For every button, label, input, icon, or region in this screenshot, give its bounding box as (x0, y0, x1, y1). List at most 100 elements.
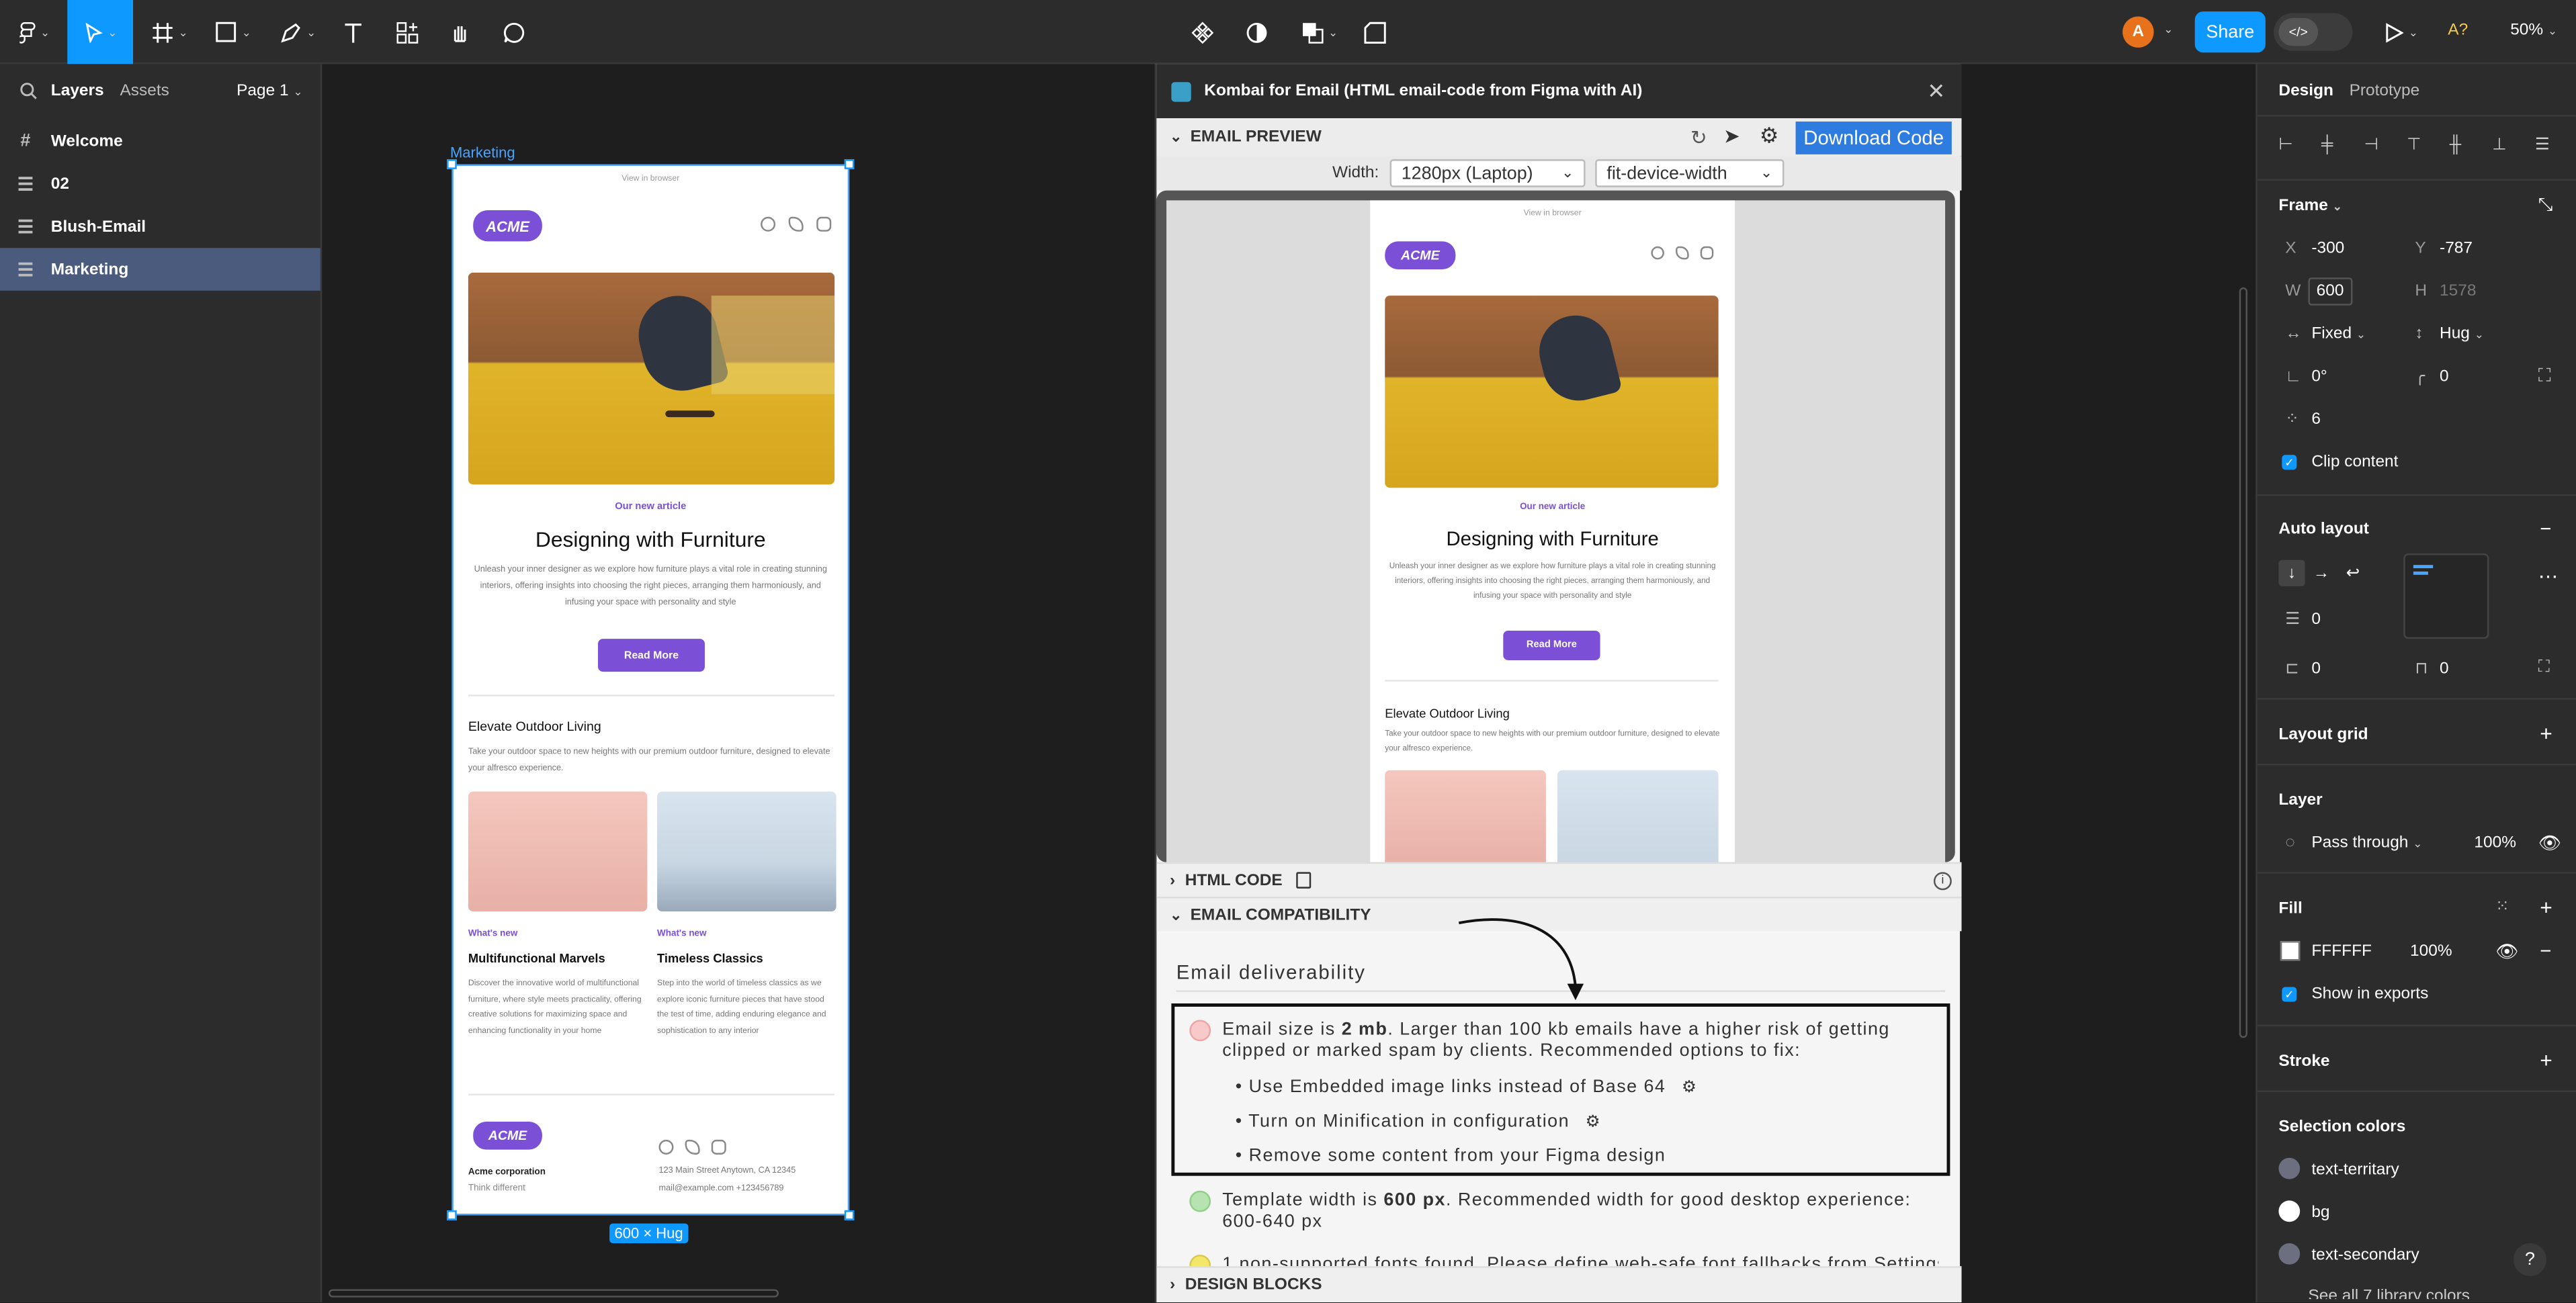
crop-button[interactable] (1359, 0, 1391, 64)
resources-button[interactable] (390, 0, 426, 64)
copy-icon[interactable] (1295, 872, 1311, 889)
style-grid-icon[interactable]: ⁙ (2495, 898, 2509, 916)
share-button[interactable]: Share (2194, 11, 2266, 53)
layer-item-blush-email[interactable]: ☰ Blush-Email (0, 206, 320, 249)
wrap-direction-button[interactable]: ↩ (2346, 565, 2360, 583)
clip-content-checkbox[interactable]: ✓ (2282, 455, 2297, 470)
x-field[interactable]: -300 (2311, 240, 2344, 258)
figma-menu-button[interactable]: ⌄ (10, 0, 59, 64)
resize-handle[interactable] (844, 1210, 855, 1220)
vertical-scrollbar[interactable] (2239, 287, 2247, 1038)
html-code-header[interactable]: › HTML CODE i (1156, 862, 1962, 897)
twitter-icon[interactable] (788, 216, 804, 232)
boolean-button[interactable]: ⌄ (1295, 0, 1344, 64)
instagram-icon[interactable] (816, 216, 832, 232)
shape-tool-button[interactable]: ⌄ (209, 0, 258, 64)
read-more-button[interactable]: Read More (598, 639, 705, 672)
hand-tool-button[interactable] (442, 0, 478, 64)
horizontal-padding-field[interactable]: 0 (2311, 660, 2321, 678)
facebook-icon[interactable] (658, 1139, 674, 1155)
layer-item-02[interactable]: ☰ 02 (0, 163, 320, 206)
y-field[interactable]: -787 (2440, 240, 2473, 258)
add-fill-icon[interactable]: + (2540, 895, 2552, 920)
eye-icon[interactable]: 👁 (2538, 833, 2561, 854)
remove-auto-layout-icon[interactable]: − (2540, 517, 2551, 540)
layer-item-welcome[interactable]: # Welcome (0, 120, 320, 163)
settings-gear-icon[interactable]: ⚙ (1586, 1114, 1601, 1132)
vertical-padding-field[interactable]: 0 (2440, 660, 2449, 678)
facebook-icon[interactable] (761, 216, 776, 232)
fill-swatch[interactable] (2280, 941, 2301, 961)
present-button[interactable]: ⌄ (2379, 0, 2425, 64)
contrast-button[interactable] (1240, 0, 1273, 64)
search-icon[interactable] (19, 82, 38, 100)
align-top-icon[interactable]: ⊤ (2407, 136, 2450, 154)
alignment-grid[interactable] (2403, 553, 2489, 639)
resize-handle[interactable] (844, 159, 855, 169)
zoom-menu[interactable]: 50% ⌄ (2510, 21, 2557, 40)
horizontal-scrollbar[interactable] (329, 1289, 779, 1298)
blend-mode-select[interactable]: Pass through ⌄ (2311, 834, 2422, 852)
tab-layers[interactable]: Layers (51, 82, 104, 100)
resize-handle[interactable] (447, 1210, 457, 1220)
independent-corners-icon[interactable]: ⛶ (2538, 366, 2551, 388)
move-tool-button[interactable]: ⌄ (67, 0, 134, 64)
add-layout-grid-icon[interactable]: + (2540, 721, 2552, 746)
color-name[interactable]: bg (2311, 1204, 2329, 1222)
preview-viewport[interactable]: View in browser ACME Our new article Des… (1166, 200, 1946, 862)
fill-opacity-field[interactable]: 100% (2410, 943, 2452, 961)
more-options-icon[interactable]: ⋯ (2538, 565, 2558, 588)
tab-assets[interactable]: Assets (120, 82, 169, 100)
marketing-email-frame[interactable]: View in browser ACME Our new article Des… (452, 164, 850, 1216)
chevron-down-icon[interactable]: ⌄ (2163, 23, 2173, 36)
frame-label[interactable]: Marketing (450, 144, 515, 161)
width-field[interactable]: 600 (2308, 277, 2352, 306)
page-selector[interactable]: Page 1 ⌄ (237, 82, 303, 100)
info-icon[interactable]: i (1933, 871, 1952, 890)
download-code-button[interactable]: Download Code (1795, 121, 1952, 154)
refresh-icon[interactable]: ↻ (1690, 126, 1707, 149)
design-blocks-header[interactable]: › DESIGN BLOCKS (1156, 1266, 1962, 1303)
fit-width-select[interactable]: fit-device-width ⌄ (1595, 159, 1785, 187)
color-swatch[interactable] (2278, 1200, 2301, 1222)
components-button[interactable] (1186, 0, 1219, 64)
text-tool-button[interactable] (335, 0, 372, 64)
send-icon[interactable]: ➤ (1723, 125, 1740, 148)
pen-tool-button[interactable]: ⌄ (273, 0, 322, 64)
align-right-icon[interactable]: ⊣ (2364, 136, 2407, 154)
ai-button[interactable]: A? (2448, 21, 2468, 40)
close-icon[interactable]: ✕ (1927, 79, 1945, 105)
vertical-direction-button[interactable]: ↓ (2278, 559, 2305, 586)
align-middle-v-icon[interactable]: ╫ (2450, 136, 2493, 154)
gap-field[interactable]: 0 (2311, 611, 2321, 629)
width-mode-select[interactable]: Fixed ⌄ (2311, 325, 2366, 343)
see-all-colors-link[interactable]: See all 7 library colors (2308, 1288, 2470, 1299)
instagram-icon[interactable] (711, 1139, 726, 1155)
resize-handle[interactable] (447, 159, 457, 169)
eye-icon[interactable]: 👁 (2495, 941, 2518, 962)
remove-fill-icon[interactable]: − (2540, 940, 2551, 962)
padding-individual-icon[interactable]: ⛶ (2538, 659, 2550, 677)
align-bottom-icon[interactable]: ⊥ (2492, 136, 2535, 154)
color-name[interactable]: text-territary (2311, 1161, 2399, 1179)
add-stroke-icon[interactable]: + (2540, 1048, 2552, 1073)
settings-gear-icon[interactable]: ⚙ (1760, 123, 1779, 149)
rotation-field[interactable]: 0° (2311, 368, 2327, 386)
settings-gear-icon[interactable]: ⚙ (1682, 1079, 1697, 1097)
distribute-icon[interactable]: ☰ (2535, 136, 2568, 154)
tab-design[interactable]: Design (2278, 82, 2333, 100)
view-in-browser-link[interactable]: View in browser (454, 174, 848, 184)
color-name[interactable]: text-secondary (2311, 1247, 2419, 1265)
align-left-icon[interactable]: ⊢ (2278, 136, 2321, 154)
avatar[interactable]: A (2122, 16, 2154, 48)
align-center-h-icon[interactable]: ╪ (2321, 136, 2364, 154)
help-button[interactable]: ? (2514, 1243, 2546, 1276)
color-swatch[interactable] (2278, 1157, 2301, 1179)
corner-radius-field[interactable]: 0 (2440, 368, 2449, 386)
height-field[interactable]: 1578 (2440, 283, 2476, 301)
fill-hex-field[interactable]: FFFFFF (2311, 943, 2372, 961)
color-swatch[interactable] (2278, 1243, 2301, 1265)
comment-tool-button[interactable] (496, 0, 532, 64)
frame-section[interactable]: Frame ⌄ (2278, 197, 2342, 215)
resize-to-fit-icon[interactable]: ⤡ (2538, 195, 2553, 217)
